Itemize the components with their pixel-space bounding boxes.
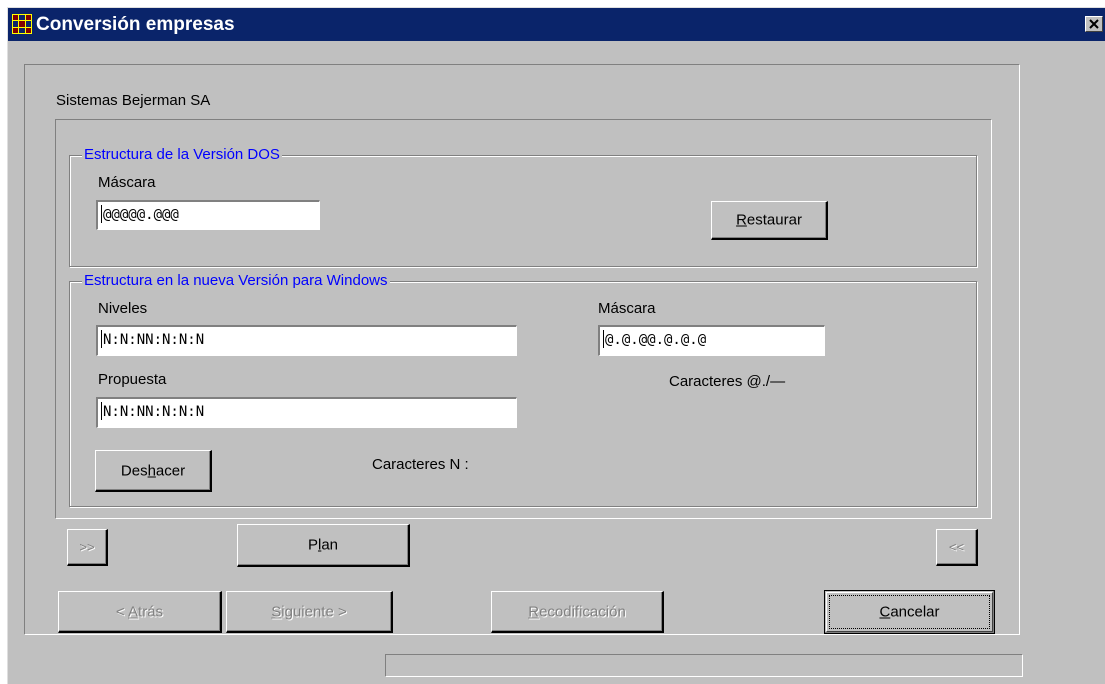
back-button[interactable]: < Atrás: [58, 591, 222, 633]
plan-button[interactable]: Plan: [237, 524, 410, 567]
close-button[interactable]: [1085, 16, 1103, 32]
levels-field[interactable]: N:N:NN:N:N:N: [96, 325, 517, 356]
windows-group-legend: Estructura en la nueva Versión para Wind…: [82, 272, 390, 290]
window-title: Conversión empresas: [36, 14, 235, 35]
next-button[interactable]: Siguiente >: [226, 591, 393, 633]
status-bar: [385, 654, 1023, 677]
new-mask-field[interactable]: @.@.@@.@.@.@: [598, 325, 825, 356]
close-icon: [1089, 19, 1099, 29]
app-grid-icon: [12, 14, 32, 34]
dos-mask-field[interactable]: @@@@@.@@@: [96, 200, 320, 230]
restore-button[interactable]: Restaurar: [711, 201, 828, 240]
title-bar[interactable]: Conversión empresas: [8, 8, 1105, 41]
proposal-label: Propuesta: [98, 371, 167, 388]
dos-mask-label: Máscara: [98, 174, 156, 191]
move-forward-button[interactable]: >>: [67, 529, 108, 566]
cancel-button[interactable]: Cancelar: [824, 590, 995, 634]
proposal-field[interactable]: N:N:NN:N:N:N: [96, 397, 517, 428]
recode-button[interactable]: Recodificación: [491, 591, 664, 633]
company-name: Sistemas Bejerman SA: [56, 92, 211, 109]
mask-chars-label: Caracteres @./—: [669, 373, 786, 390]
level-chars-label: Caracteres N :: [372, 456, 469, 473]
new-mask-label: Máscara: [598, 300, 656, 317]
levels-label: Niveles: [98, 300, 148, 317]
dos-group-legend: Estructura de la Versión DOS: [82, 146, 282, 164]
move-back-button[interactable]: <<: [936, 529, 978, 566]
undo-button[interactable]: Deshacer: [95, 450, 212, 492]
